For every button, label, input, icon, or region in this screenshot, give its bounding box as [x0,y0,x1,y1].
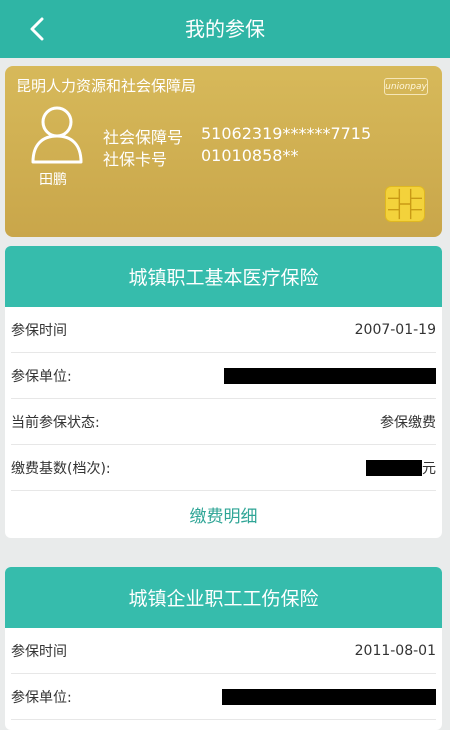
info-row: 参保单位: [11,353,436,399]
payment-detail-link[interactable]: 缴费明细 [5,491,442,538]
row-label: 参保单位: [11,689,72,706]
chevron-left-icon [30,17,44,41]
section-title: 城镇企业职工工伤保险 [5,567,442,628]
social-security-card: 昆明人力资源和社会保障局 unionpay 田鹏 社会保障号 51062319*… [5,66,442,237]
row-label: 参保单位: [11,368,72,385]
medical-insurance-section: 城镇职工基本医疗保险 参保时间 2007-01-19 参保单位: 当前参保状态:… [5,246,442,538]
row-label: 当前参保状态: [11,414,100,431]
injury-insurance-section: 城镇企业职工工伤保险 参保时间 2011-08-01 参保单位: [5,567,442,730]
card-number-value: 01010858** [201,146,299,165]
section-title: 城镇职工基本医疗保险 [5,246,442,307]
row-value: 参保缴费 [380,414,436,431]
row-label: 参保时间 [11,322,67,339]
page-title: 我的参保 [185,17,265,41]
redacted-value [222,688,436,705]
redacted-value: 元 [366,458,436,478]
back-button[interactable] [22,14,52,44]
info-row: 参保时间 2011-08-01 [11,628,436,674]
currency-unit: 元 [422,460,436,477]
row-label: 缴费基数(档次): [11,460,111,477]
row-value: 2011-08-01 [354,642,436,659]
card-chip-icon [385,186,425,222]
ss-number-label: 社会保障号 [103,128,184,147]
ss-number-value: 51062319******7715 [201,124,372,143]
unionpay-logo: unionpay [384,78,428,95]
info-row: 参保单位: [11,674,436,720]
app-header: 我的参保 [0,0,450,58]
card-number-row: 社保卡号 01010858** [103,146,298,170]
info-row: 缴费基数(档次): 元 [11,445,436,491]
card-number-label: 社保卡号 [103,150,168,169]
ss-number-row: 社会保障号 51062319******7715 [103,124,371,148]
person-icon [31,106,83,164]
card-issuer: 昆明人力资源和社会保障局 [16,77,197,95]
info-row: 当前参保状态: 参保缴费 [11,399,436,445]
card-holder-name: 田鹏 [39,172,67,188]
redacted-value [224,367,436,384]
info-row: 参保时间 2007-01-19 [11,307,436,353]
row-value: 2007-01-19 [354,321,436,338]
row-label: 参保时间 [11,643,67,660]
